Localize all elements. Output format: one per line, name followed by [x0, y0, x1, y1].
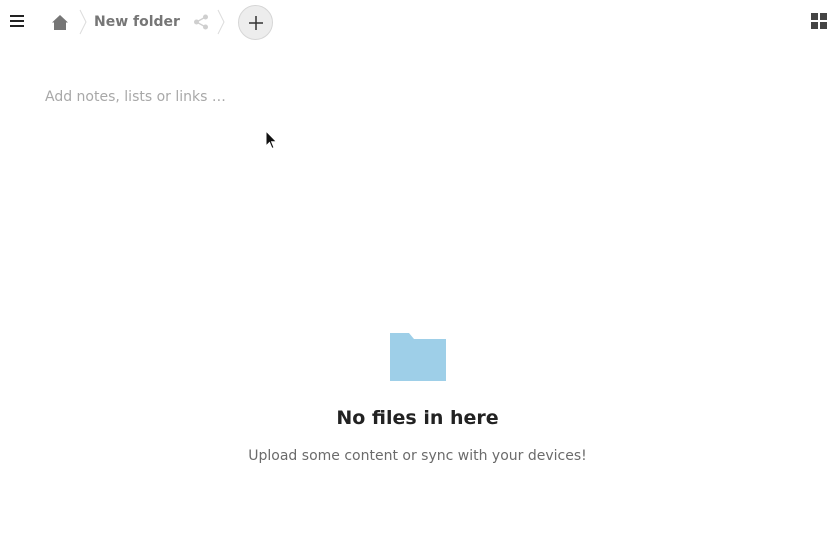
folder-icon	[390, 333, 446, 381]
breadcrumb-separator	[74, 4, 92, 40]
breadcrumb-folder-label: New folder	[94, 14, 180, 30]
grid-view-icon	[811, 13, 827, 29]
hamburger-menu-icon	[10, 15, 24, 27]
breadcrumb-separator	[212, 4, 230, 40]
home-icon	[52, 14, 68, 30]
breadcrumb: New folder	[46, 4, 230, 40]
files-app: New folder Add notes, lists or links … N…	[0, 0, 835, 558]
mouse-pointer-icon	[265, 130, 278, 150]
empty-content-title: No files in here	[336, 407, 499, 429]
breadcrumb-current-folder[interactable]: New folder	[92, 8, 212, 36]
rich-workspace-placeholder[interactable]: Add notes, lists or links …	[45, 89, 226, 105]
share-button[interactable]	[192, 13, 210, 31]
app-navigation-toggle[interactable]	[8, 12, 26, 30]
breadcrumb-home[interactable]	[46, 8, 74, 36]
empty-content-description: Upload some content or sync with your de…	[248, 448, 587, 464]
share-icon	[193, 14, 208, 30]
add-new-button[interactable]	[238, 5, 273, 40]
plus-icon	[248, 15, 263, 30]
view-toggle-button[interactable]	[811, 13, 827, 29]
